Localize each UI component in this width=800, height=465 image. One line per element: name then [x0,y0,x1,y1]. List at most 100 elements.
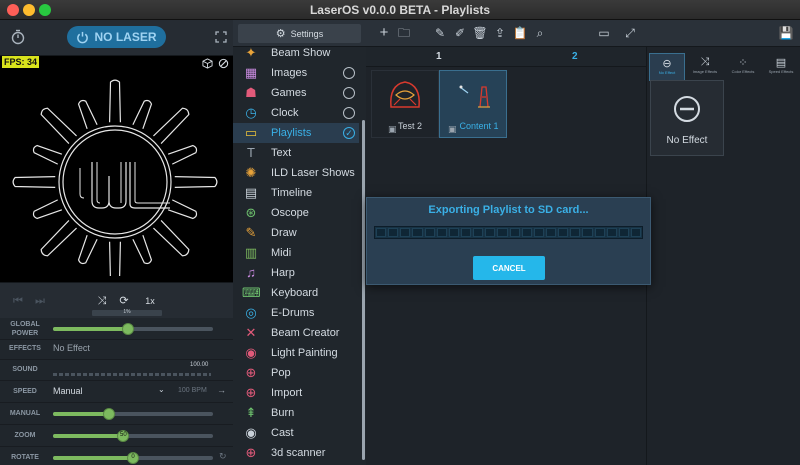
app-item-import[interactable]: ⊕ Import [233,383,359,403]
app-item-beam-show[interactable]: ✦ Beam Show [233,47,359,63]
chevron-down-icon[interactable]: ⌄ [158,385,165,394]
content-thumbnail [459,85,490,108]
app-item-games[interactable]: ☗ Games [233,83,359,103]
progress-segment [436,228,447,237]
ghost-icon: ☗ [245,85,257,100]
speed-mode-select[interactable]: Manual [53,386,83,396]
app-item-light-painting[interactable]: ◉ Light Painting [233,343,359,363]
zoom-badge: 50 [120,432,127,438]
tab-image-effects[interactable]: ⤨ Image Effects [687,53,723,81]
prev-button[interactable]: ⏮ [8,292,28,310]
screen-icon[interactable]: ▭ [596,25,612,41]
app-item-e-drums[interactable]: ◎ E-Drums [233,303,359,323]
app-item-playlists[interactable]: ▭ Playlists ✓ [233,123,359,143]
app-item-images[interactable]: ▦ Images [233,63,359,83]
app-item-text[interactable]: T Text [233,143,359,163]
app-item-burn[interactable]: ⇞ Burn [233,403,359,423]
rotate-slider[interactable]: 0 [53,452,213,464]
app-item-beam-creator[interactable]: ✕ Beam Creator [233,323,359,343]
app-item-draw[interactable]: ✎ Draw [233,223,359,243]
app-item-cast[interactable]: ◉ Cast [233,423,359,443]
sound-value: 100.00 [190,362,209,368]
cue-test-2[interactable]: ▣ Test 2 [371,70,439,138]
app-item-label: Beam Creator [271,327,340,339]
global-power-knob[interactable] [122,323,135,335]
radio-button[interactable] [343,107,355,119]
gear-icon: ⚙ [275,28,286,40]
manual-label: MANUAL [9,410,41,417]
progress-segment [485,228,496,237]
cue-name: Test 2 [397,121,422,131]
check-circle-icon[interactable]: ✓ [343,127,355,139]
arrow-right-icon[interactable]: → [217,385,226,395]
scanner-icon: ⊕ [245,445,257,460]
manual-slider[interactable] [53,408,213,420]
column-1-label[interactable]: 1 [436,51,442,62]
app-item-keyboard[interactable]: ⌨ Keyboard [233,283,359,303]
manual-knob[interactable] [103,408,115,420]
tab-no-effect[interactable]: ⊖ No Effect [649,53,685,81]
edit-icon[interactable]: ✎ [432,25,448,41]
shuffle-icon[interactable]: ⤨ [92,292,112,310]
effects-label: EFFECTS [9,345,41,352]
sun-ray [153,220,190,257]
power-icon [77,31,89,43]
save-icon[interactable]: 💾 [778,25,794,41]
column-2-label[interactable]: 2 [572,51,578,62]
cue-content-1[interactable]: ▣ Content 1 [439,70,507,138]
progress-segment [618,228,629,237]
app-item-3d-scanner[interactable]: ⊕ 3d scanner [233,443,359,463]
search-icon[interactable]: ⌕ [532,25,548,41]
add-icon[interactable]: + [376,25,392,41]
dialog-title: Exporting Playlist to SD card... [428,204,589,216]
reset-icon[interactable]: ↻ [219,451,227,462]
cancel-button[interactable]: CANCEL [473,256,545,280]
global-power-slider[interactable] [53,323,213,335]
target-icon: ⊕ [245,365,257,380]
transport-speed-bar[interactable]: 1% [92,309,162,316]
stopwatch-icon[interactable] [10,29,26,45]
text-icon: T [247,145,255,160]
fullscreen-icon[interactable] [215,31,227,43]
tab-speed-effects[interactable]: ▤ Speed Effects [763,53,799,81]
effects-value[interactable]: No Effect [53,343,90,353]
app-list-scrollbar[interactable] [362,120,365,460]
rotate-knob[interactable]: 0 [127,452,139,464]
app-item-harp[interactable]: ♫ Harp [233,263,359,283]
no-laser-button[interactable]: NO LASER [67,26,166,48]
zoom-knob[interactable]: 50 [117,430,130,442]
app-item-pop[interactable]: ⊕ Pop [233,363,359,383]
folder-icon[interactable]: 🗀 [396,25,412,41]
trash-icon[interactable]: 🗑 [472,25,488,41]
clipboard-icon[interactable]: 📋 [512,25,528,41]
oscope-icon: ⊛ [245,205,257,220]
expand-icon[interactable]: ⤢ [622,25,638,41]
no-effect-card[interactable]: No Effect [650,80,724,156]
app-item-clock[interactable]: ◷ Clock [233,103,359,123]
speed-multiplier[interactable]: 1x [140,292,160,310]
bpm-input[interactable]: 100 BPM [178,387,207,394]
burn-icon: ⇞ [245,405,257,420]
sound-label: SOUND [12,366,38,373]
piano-icon: ▥ [244,245,258,260]
share-icon[interactable]: ⇪ [492,25,508,41]
global-power-row: GLOBAL POWER [0,318,233,340]
app-item-midi[interactable]: ▥ Midi [233,243,359,263]
app-item-oscope[interactable]: ⊛ Oscope [233,203,359,223]
laser-logo-graphic [12,79,218,276]
sound-meter [53,373,211,376]
radio-button[interactable] [343,67,355,79]
rotate-row: ROTATE 0 ↻ [0,447,233,465]
radio-button[interactable] [343,87,355,99]
progress-segment [558,228,569,237]
app-item-timeline[interactable]: ▤ Timeline [233,183,359,203]
settings-button[interactable]: ⚙ Settings [238,24,361,43]
app-item-ild-laser-shows[interactable]: ✺ ILD Laser Shows [233,163,359,183]
repeat-icon[interactable]: ⟳ [114,292,134,310]
tab-color-effects[interactable]: ⁘ Color Effects [725,53,761,81]
zoom-slider[interactable]: 50 [53,430,213,442]
next-button[interactable]: ⏭ [30,292,50,310]
progress-segment [582,228,593,237]
pencil-icon[interactable]: ✐ [452,25,468,41]
progress-segment [448,228,459,237]
